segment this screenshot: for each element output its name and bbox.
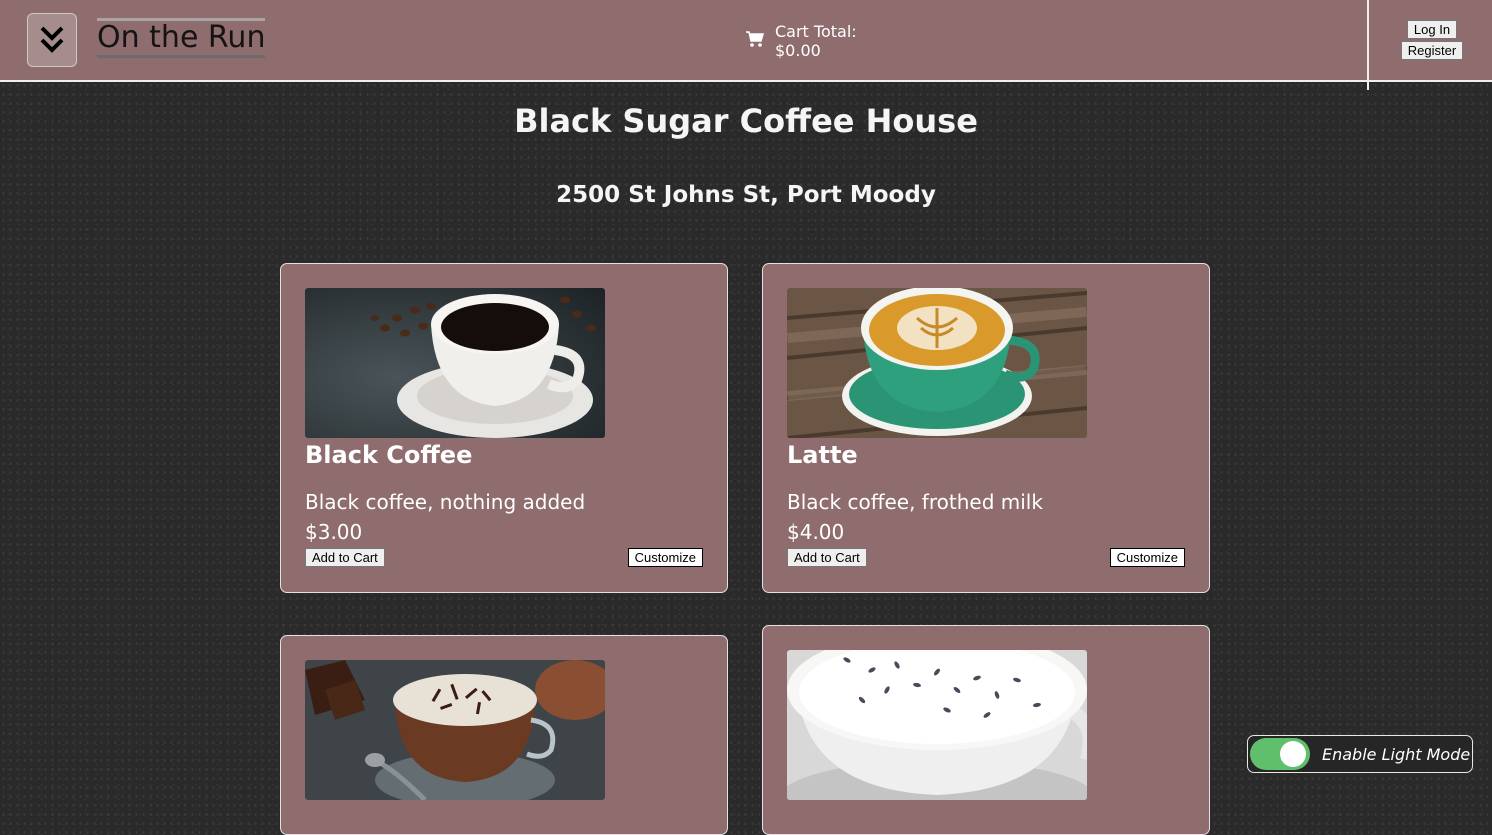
- top-header: On the Run Cart Total: $0.00 Log In Regi…: [0, 0, 1492, 90]
- brand-logo-text[interactable]: On the Run: [97, 18, 266, 58]
- double-chevron-down-icon: [40, 26, 64, 53]
- add-to-cart-button[interactable]: Add to Cart: [787, 548, 867, 567]
- item-price: $3.00: [305, 520, 363, 544]
- item-name: Black Coffee: [305, 441, 473, 469]
- customize-button[interactable]: Customize: [627, 548, 703, 567]
- cart-total-value: $0.00: [775, 41, 821, 60]
- cart-total-label: Cart Total:: [775, 22, 857, 41]
- lavender-latte-image: [787, 650, 1087, 800]
- toggle-label: Enable Light Mode: [1322, 744, 1471, 764]
- item-description: Black coffee, nothing added: [305, 490, 586, 514]
- menu-item-card: Black Coffee Black coffee, nothing added…: [280, 263, 728, 593]
- customize-button[interactable]: Customize: [1109, 548, 1185, 567]
- cart-summary[interactable]: Cart Total: $0.00: [745, 22, 857, 60]
- store-address: 2500 St Johns St, Port Moody: [556, 182, 936, 208]
- header-divider: [1367, 0, 1369, 90]
- item-name: Latte: [787, 441, 858, 469]
- light-mode-toggle[interactable]: Enable Light Mode: [1247, 735, 1473, 773]
- item-description: Black coffee, frothed milk: [787, 490, 1043, 514]
- cart-text: Cart Total: $0.00: [775, 22, 857, 60]
- menu-item-card: Latte Black coffee, frothed milk $4.00 A…: [762, 263, 1210, 593]
- mocha-image: [305, 660, 605, 800]
- menu-item-card: [280, 635, 728, 835]
- cart-icon: [746, 31, 764, 47]
- toggle-switch[interactable]: [1250, 738, 1310, 770]
- toggle-knob: [1280, 741, 1306, 767]
- menu-item-card: [762, 625, 1210, 835]
- store-name: Black Sugar Coffee House: [514, 102, 978, 140]
- menu-toggle-button[interactable]: [27, 13, 77, 67]
- auth-buttons: Log In Register: [1399, 20, 1465, 60]
- item-price: $4.00: [787, 520, 845, 544]
- login-button[interactable]: Log In: [1406, 20, 1458, 39]
- add-to-cart-button[interactable]: Add to Cart: [305, 548, 385, 567]
- black-coffee-image: [305, 288, 605, 438]
- register-button[interactable]: Register: [1400, 41, 1464, 60]
- latte-image: [787, 288, 1087, 438]
